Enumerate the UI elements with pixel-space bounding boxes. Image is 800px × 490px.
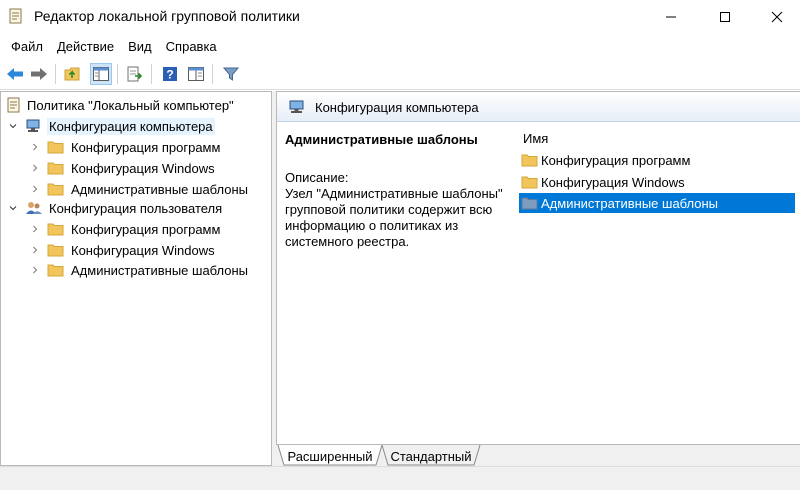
list-item-label: Конфигурация программ (541, 153, 691, 168)
computer-icon (26, 119, 40, 132)
menu-view[interactable]: Вид (121, 37, 159, 56)
folder-icon (47, 141, 64, 154)
window-title: Редактор локальной групповой политики (34, 8, 300, 24)
forward-icon (31, 68, 47, 80)
list-item-windows-settings[interactable]: Конфигурация Windows (519, 172, 795, 192)
list-item-software-settings[interactable]: Конфигурация программ (519, 150, 795, 170)
chevron-right-icon[interactable] (29, 223, 41, 235)
list-item-label: Конфигурация Windows (541, 175, 685, 190)
tree-item-label: Конфигурация компьютера (47, 118, 215, 135)
details-pane: Конфигурация компьютера Административные… (276, 91, 800, 466)
folder-icon (47, 223, 64, 236)
menu-help[interactable]: Справка (159, 37, 224, 56)
tab-extended[interactable]: Расширенный (284, 445, 376, 467)
view-tabs: Расширенный Стандартный (276, 444, 800, 466)
folder-icon (47, 162, 64, 175)
toolbar-separator (151, 64, 152, 84)
folder-icon (521, 197, 538, 210)
tree-item-computer-admin-templates[interactable]: Административные шаблоны (1, 179, 271, 199)
export-list-icon (127, 66, 143, 82)
tree-item-computer-configuration[interactable]: Конфигурация компьютера (1, 116, 271, 136)
description-label: Описание: (285, 170, 349, 185)
up-level-button[interactable] (62, 63, 84, 85)
close-button[interactable] (754, 0, 800, 33)
tree-item-label: Конфигурация программ (71, 222, 221, 237)
menu-file[interactable]: Файл (4, 37, 50, 56)
folder-icon (521, 176, 538, 189)
extended-view-button[interactable] (185, 63, 207, 85)
users-icon (26, 202, 42, 214)
help-button[interactable]: ? (159, 63, 181, 85)
chevron-right-icon[interactable] (29, 244, 41, 256)
back-button[interactable] (4, 63, 26, 85)
chevron-right-icon[interactable] (29, 141, 41, 153)
show-hide-tree-icon (93, 67, 109, 81)
tree-item-label: Административные шаблоны (71, 182, 249, 197)
policy-editor-app-icon (9, 8, 22, 24)
tree-item-label: Конфигурация Windows (71, 161, 215, 176)
export-list-button[interactable] (124, 63, 146, 85)
tree-item-label: Политика "Локальный компьютер" (27, 98, 234, 113)
help-icon: ? (163, 67, 177, 82)
chevron-right-icon[interactable] (29, 162, 41, 174)
tree-item-label: Конфигурация программ (71, 140, 221, 155)
maximize-icon (720, 11, 730, 22)
toolbar-separator (55, 64, 56, 84)
selected-item-title: Административные шаблоны (285, 132, 478, 147)
tree-item-label: Конфигурация пользователя (49, 201, 223, 216)
policy-document-icon (7, 97, 20, 113)
toolbar: ? (0, 58, 800, 90)
minimize-button[interactable] (648, 0, 694, 33)
close-icon (771, 11, 783, 22)
toolbar-separator (212, 64, 213, 84)
chevron-down-icon[interactable] (7, 202, 19, 214)
tree-item-label: Конфигурация Windows (71, 243, 215, 258)
minimize-icon (666, 16, 676, 17)
folder-icon (521, 154, 538, 167)
details-header: Конфигурация компьютера (277, 92, 800, 122)
tree-item-computer-windows-settings[interactable]: Конфигурация Windows (1, 158, 271, 178)
column-header-name[interactable]: Имя (523, 131, 548, 146)
chevron-down-icon[interactable] (7, 120, 19, 132)
chevron-right-icon[interactable] (29, 183, 41, 195)
maximize-button[interactable] (702, 0, 748, 33)
folder-icon (47, 183, 64, 196)
tree-item-label: Административные шаблоны (71, 263, 249, 278)
up-folder-icon (64, 67, 80, 81)
extended-view-icon (188, 67, 204, 81)
toolbar-separator (117, 64, 118, 84)
details-header-title: Конфигурация компьютера (315, 100, 479, 115)
description-text: Узел "Административные шаблоны" группово… (285, 186, 503, 249)
tree-item-computer-software-settings[interactable]: Конфигурация программ (1, 137, 271, 157)
list-item-admin-templates[interactable]: Административные шаблоны (519, 193, 795, 213)
computer-icon (289, 100, 304, 113)
svg-text:?: ? (166, 68, 173, 82)
menu-action[interactable]: Действие (50, 37, 121, 56)
tree-item-user-windows-settings[interactable]: Конфигурация Windows (1, 240, 271, 260)
chevron-right-icon[interactable] (29, 264, 41, 276)
tree-item-user-software-settings[interactable]: Конфигурация программ (1, 219, 271, 239)
folder-icon (47, 244, 64, 257)
tree-item-user-configuration[interactable]: Конфигурация пользователя (1, 198, 271, 218)
tree-item-user-admin-templates[interactable]: Административные шаблоны (1, 260, 271, 280)
status-bar (0, 466, 800, 490)
forward-button[interactable] (28, 63, 50, 85)
back-icon (7, 68, 23, 80)
show-hide-tree-button[interactable] (90, 63, 112, 85)
list-item-label: Административные шаблоны (541, 196, 719, 211)
tree-pane[interactable]: Политика "Локальный компьютер" Конфигура… (0, 91, 272, 466)
folder-icon (47, 264, 64, 277)
filter-button[interactable] (220, 63, 242, 85)
tab-standard[interactable]: Стандартный (386, 445, 476, 467)
filter-icon (223, 67, 239, 81)
tree-item-root[interactable]: Политика "Локальный компьютер" (1, 95, 271, 115)
title-bar: Редактор локальной групповой политики (0, 0, 800, 33)
menu-bar: Файл Действие Вид Справка (0, 35, 800, 57)
